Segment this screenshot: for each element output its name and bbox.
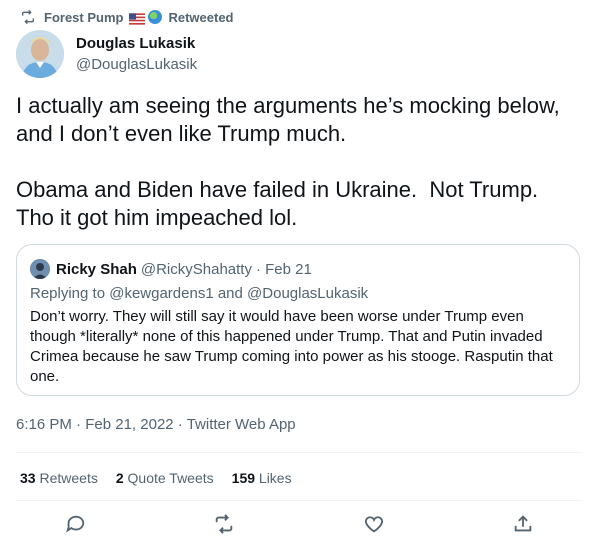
retweets-label: Retweets — [39, 470, 98, 486]
quoted-name: Ricky Shah — [56, 260, 137, 278]
quoted-tweet-text: Don’t worry. They will still say it woul… — [30, 308, 553, 385]
tweet-date[interactable]: Feb 21, 2022 — [85, 416, 173, 433]
retweets-count: 33 — [20, 470, 36, 486]
reply-button[interactable] — [64, 513, 86, 535]
author-name[interactable]: Douglas Lukasik — [76, 34, 197, 53]
quoted-avatar — [30, 259, 50, 279]
avatar[interactable] — [16, 30, 64, 78]
retweet-button[interactable] — [213, 513, 235, 535]
mention-link[interactable]: @kewgardens1 — [109, 285, 213, 302]
likes-label: Likes — [258, 470, 292, 486]
quoted-date: · Feb 21 — [255, 260, 312, 278]
retweet-icon — [22, 9, 34, 25]
retweet-context: Forest Pump Retweeted — [20, 8, 234, 26]
like-button[interactable] — [363, 513, 385, 535]
likes-count: 159 — [231, 470, 256, 486]
reply-icon — [65, 515, 84, 533]
like-icon — [364, 516, 383, 533]
quoted-tweet-header: Ricky Shah @RickyShahatty · Feb 21 — [30, 259, 312, 279]
likes-stat[interactable]: 159 Likes — [232, 470, 292, 486]
replying-prefix: Replying to — [30, 285, 106, 302]
divider — [16, 452, 582, 453]
tweet-stats: 33 Retweets 2 Quote Tweets 159 Likes — [20, 470, 310, 486]
meta-separator: · — [177, 416, 183, 433]
action-bar — [0, 513, 598, 535]
quotes-count: 2 — [115, 470, 124, 486]
retweeter-name[interactable]: Forest Pump — [44, 10, 123, 25]
share-icon — [515, 515, 532, 532]
quoted-handle: @RickyShahatty — [140, 260, 252, 278]
quoted-tweet[interactable]: Ricky Shah @RickyShahatty · Feb 21 Reply… — [16, 244, 580, 396]
us-flag-icon — [129, 11, 146, 25]
replying-and: and — [217, 285, 243, 302]
retweets-stat[interactable]: 33 Retweets — [20, 470, 98, 486]
tweet-meta: 6:16 PM · Feb 21, 2022 · Twitter Web App — [16, 416, 296, 433]
quotes-label: Quote Tweets — [127, 470, 214, 486]
tweet-source[interactable]: Twitter Web App — [187, 416, 296, 433]
retweet-icon — [216, 514, 233, 534]
tweet-text: I actually am seeing the arguments he’s … — [16, 93, 560, 230]
author-handle[interactable]: @DouglasLukasik — [76, 55, 197, 74]
tweet-author[interactable]: Douglas Lukasik @DouglasLukasik — [76, 34, 197, 74]
divider — [16, 500, 582, 501]
retweeted-label: Retweeted — [168, 9, 234, 25]
globe-icon — [148, 10, 163, 24]
mention-link[interactable]: @DouglasLukasik — [247, 285, 368, 302]
share-button[interactable] — [512, 513, 534, 535]
tweet-time[interactable]: 6:16 PM — [16, 416, 72, 433]
replying-to: Replying to @kewgardens1 and @DouglasLuk… — [30, 285, 368, 302]
meta-separator: · — [76, 416, 82, 433]
quote-tweets-stat[interactable]: 2 Quote Tweets — [116, 470, 214, 486]
